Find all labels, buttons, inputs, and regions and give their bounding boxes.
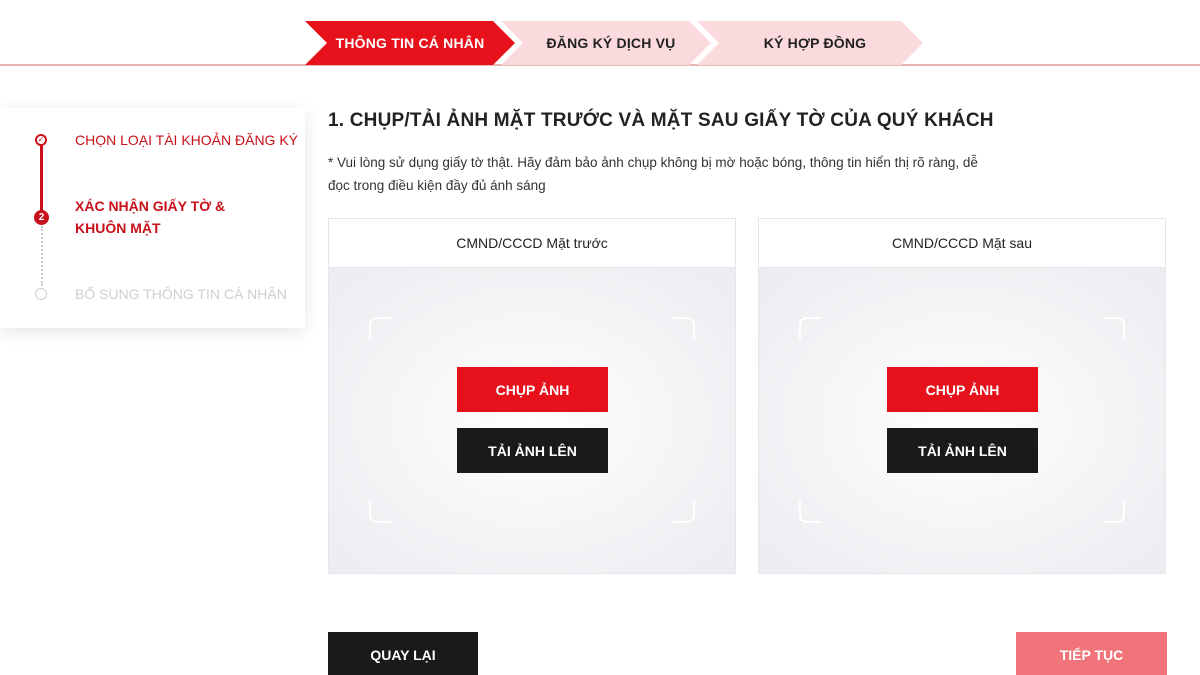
sub-step-choose-account-type[interactable]: CHỌN LOẠI TÀI KHOẢN ĐĂNG KÝ <box>75 129 298 151</box>
frame-corner <box>369 501 391 523</box>
frame-corner <box>673 317 695 339</box>
steps: THÔNG TIN CÁ NHÂN ĐĂNG KÝ DỊCH VỤ KÝ HỢP… <box>305 21 925 65</box>
sub-step-verify-documents: XÁC NHẬN GIẤY TỜ & KHUÔN MẶT <box>75 198 226 236</box>
step-progress-bar: THÔNG TIN CÁ NHÂN ĐĂNG KÝ DỊCH VỤ KÝ HỢP… <box>0 0 1200 66</box>
progress-line-pending <box>41 226 43 286</box>
step-label: THÔNG TIN CÁ NHÂN <box>335 35 485 51</box>
step-service-registration: ĐĂNG KÝ DỊCH VỤ <box>501 21 711 65</box>
capture-area: CHỤP ẢNH TẢI ẢNH LÊN <box>759 268 1165 573</box>
frame-corner <box>799 501 821 523</box>
step-label: ĐĂNG KÝ DỊCH VỤ <box>546 35 676 51</box>
step-label: KÝ HỢP ĐỒNG <box>763 35 867 51</box>
frame-corner <box>673 501 695 523</box>
back-id-panel: CMND/CCCD Mặt sau CHỤP ẢNH TẢI ẢNH LÊN <box>758 218 1166 574</box>
page-title: 1. CHỤP/TẢI ẢNH MẶT TRƯỚC VÀ MẶT SAU GIẤ… <box>328 110 994 131</box>
instruction-note: * Vui lòng sử dụng giấy tờ thật. Hãy đảm… <box>328 155 978 193</box>
step-sign-contract: KÝ HỢP ĐỒNG <box>697 21 923 65</box>
step-number-badge: 2 <box>34 210 49 225</box>
capture-back-button[interactable]: CHỤP ẢNH <box>887 367 1038 412</box>
continue-button[interactable]: TIẾP TỤC <box>1016 632 1167 675</box>
frame-corner <box>369 317 391 339</box>
back-button[interactable]: QUAY LẠI <box>328 632 478 675</box>
check-icon: ✓ <box>35 134 47 146</box>
sub-step-additional-info: BỔ SUNG THÔNG TIN CÁ NHÂN <box>75 286 287 302</box>
pending-circle-icon <box>35 288 47 300</box>
upload-front-button[interactable]: TẢI ẢNH LÊN <box>457 428 608 473</box>
frame-corner <box>1103 317 1125 339</box>
front-id-panel: CMND/CCCD Mặt trước CHỤP ẢNH TẢI ẢNH LÊN <box>328 218 736 574</box>
frame-corner <box>1103 501 1125 523</box>
panel-title: CMND/CCCD Mặt sau <box>759 219 1165 268</box>
capture-area: CHỤP ẢNH TẢI ẢNH LÊN <box>329 268 735 573</box>
frame-corner <box>799 317 821 339</box>
upload-back-button[interactable]: TẢI ẢNH LÊN <box>887 428 1038 473</box>
step-personal-info: THÔNG TIN CÁ NHÂN <box>305 21 515 65</box>
capture-front-button[interactable]: CHỤP ẢNH <box>457 367 608 412</box>
progress-line-done <box>40 142 43 216</box>
panel-title: CMND/CCCD Mặt trước <box>329 219 735 268</box>
